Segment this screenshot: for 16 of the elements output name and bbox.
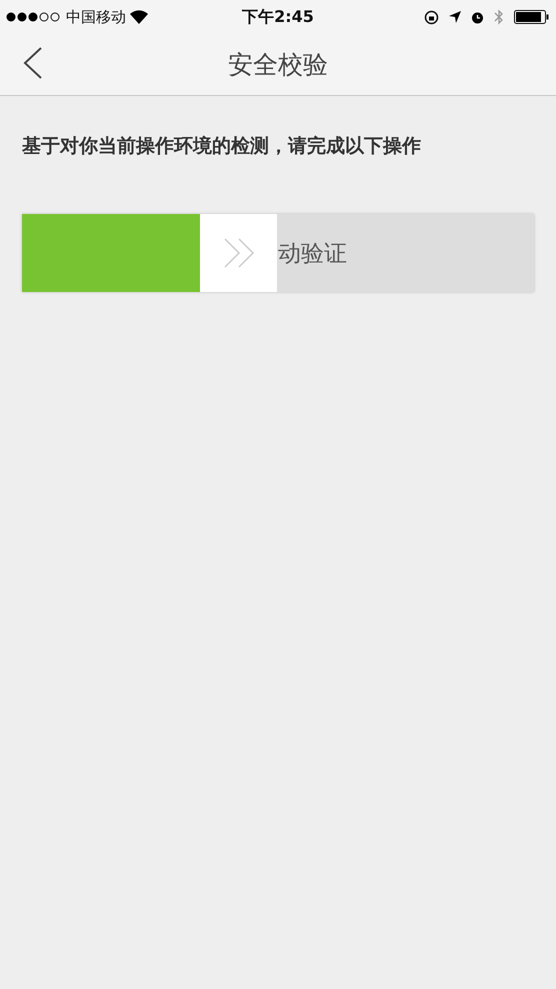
- carrier-name: 中国移动: [66, 8, 126, 26]
- instruction-text: 基于对你当前操作环境的检测，请完成以下操作: [22, 134, 422, 158]
- alarm-clock-icon: [471, 10, 484, 24]
- location-arrow-icon: [449, 11, 462, 23]
- slider-label: 动验证: [278, 240, 348, 268]
- bluetooth-icon: [494, 9, 504, 25]
- rotation-lock-icon: [424, 10, 440, 24]
- wifi-icon: [130, 10, 148, 24]
- battery-icon: [514, 10, 550, 24]
- clock-time: 下午2:45: [242, 6, 314, 28]
- slider-track[interactable]: 动验证: [22, 214, 534, 292]
- signal-icon: [6, 12, 62, 22]
- chevron-left-icon: [23, 47, 43, 79]
- page-title: 安全校验: [228, 49, 328, 81]
- slider-handle[interactable]: [200, 214, 278, 292]
- double-chevron-icon: [222, 238, 255, 268]
